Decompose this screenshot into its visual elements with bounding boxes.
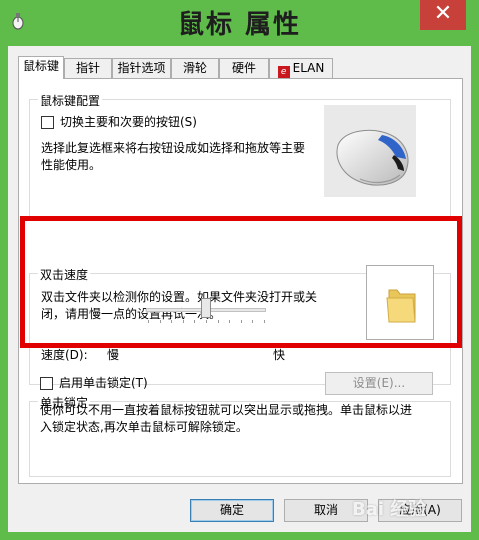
slider-tick <box>264 320 265 323</box>
mouse-illustration <box>324 105 416 197</box>
title-bar[interactable]: 鼠标 属性 ✕ <box>0 0 479 46</box>
slider-thumb[interactable] <box>201 298 211 318</box>
tab-pointers[interactable]: 指针 <box>64 58 112 78</box>
click-lock-checkbox[interactable] <box>40 377 53 390</box>
group-label: 鼠标键配置 <box>38 92 103 109</box>
slider-tick <box>218 320 219 323</box>
tab-hardware[interactable]: 硬件 <box>219 58 269 78</box>
folder-icon <box>386 289 416 323</box>
swap-buttons-label[interactable]: 切换主要和次要的按钮(S) <box>60 114 197 131</box>
slider-tick <box>252 320 253 323</box>
slider-tick <box>206 320 207 323</box>
click-lock-description-line1: 使你可以不用一直按着鼠标按钮就可以突出显示或拖拽。单击鼠标以进 <box>40 403 413 417</box>
tab-wheel[interactable]: 滑轮 <box>171 58 219 78</box>
mouse-icon <box>336 129 409 186</box>
close-button[interactable]: ✕ <box>420 0 466 30</box>
mouse-properties-window: 鼠标 属性 ✕ 鼠标键 指针 指针选项 滑轮 硬件 e ELAN 鼠标键配置 切换… <box>0 0 479 540</box>
slider-tick <box>183 320 184 323</box>
speed-label: 速度(D): <box>41 348 88 362</box>
tab-pointer-options[interactable]: 指针选项 <box>112 58 171 78</box>
slider-tick <box>171 320 172 323</box>
slider-tick <box>160 320 161 323</box>
tab-label: 鼠标键 <box>22 59 59 73</box>
window-title: 鼠标 属性 <box>177 10 302 40</box>
tab-label: ELAN <box>292 61 325 75</box>
double-click-description-line1: 双击文件夹以检测你的设置。如果文件夹没打开或关 <box>41 290 318 304</box>
slider-tick <box>194 320 195 323</box>
tab-buttons[interactable]: 鼠标键 <box>18 56 64 79</box>
elan-logo-icon: e <box>277 66 290 78</box>
slow-label: 慢 <box>107 348 120 362</box>
swap-description-line1: 选择此复选框来将右按钮设成如选择和拖放等主要 <box>41 141 306 155</box>
click-lock-settings-button[interactable]: 设置(E)... <box>325 372 433 395</box>
test-folder-area[interactable] <box>366 265 434 340</box>
slider-tick <box>241 320 242 323</box>
slider-tick <box>229 320 230 323</box>
slider-tick <box>148 320 149 323</box>
dialog-client-area: 鼠标键 指针 指针选项 滑轮 硬件 e ELAN 鼠标键配置 切换主要和次要的按钮… <box>8 46 471 532</box>
click-lock-label[interactable]: 启用单击锁定(T) <box>59 375 148 392</box>
tab-label: 滑轮 <box>182 61 207 75</box>
swap-description-line2: 性能使用。 <box>41 158 102 172</box>
swap-buttons-checkbox[interactable] <box>41 116 54 129</box>
fast-label: 快 <box>273 348 286 362</box>
group-label: 双击速度 <box>38 266 91 283</box>
tab-label: 指针选项 <box>117 61 166 75</box>
tab-elan[interactable]: e ELAN <box>269 58 333 78</box>
tab-label: 硬件 <box>231 61 256 75</box>
ok-button[interactable]: 确定 <box>190 499 274 522</box>
click-lock-description-line2: 入锁定状态,再次单击鼠标可解除锁定。 <box>40 420 248 434</box>
close-icon: ✕ <box>433 1 453 26</box>
watermark: Bai 经验 <box>352 499 427 520</box>
tab-label: 指针 <box>75 61 100 75</box>
